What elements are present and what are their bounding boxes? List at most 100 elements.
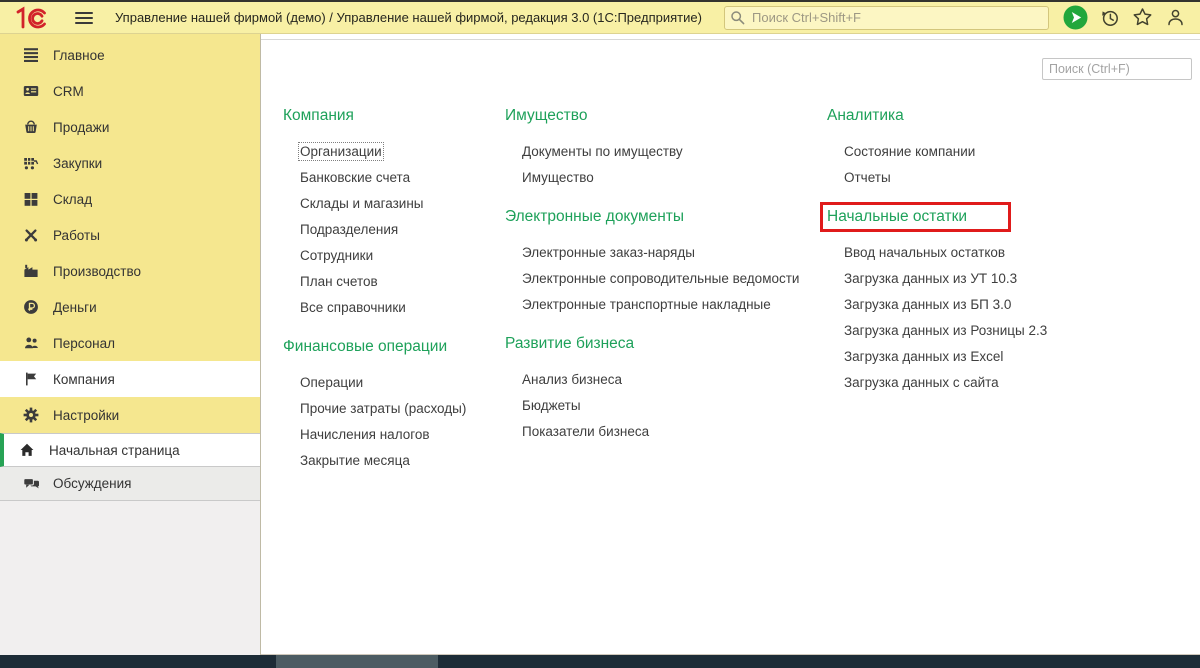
content-link[interactable]: Документы по имуществу	[505, 139, 825, 165]
section-title-analytics[interactable]: Аналитика	[827, 106, 1137, 126]
content-link[interactable]: Склады и магазины	[283, 191, 501, 217]
history-icon[interactable]	[1100, 8, 1120, 28]
content-link[interactable]: Подразделения	[283, 217, 501, 243]
section-title-opening-balances[interactable]: Начальные остатки	[819, 202, 1137, 232]
gear-icon	[22, 407, 40, 424]
sidebar: Главное CRM Продажи Закупки Склад Работы…	[0, 34, 261, 655]
section-opening-balances: Начальные остатки Ввод начальных остатко…	[819, 202, 1137, 396]
sidebar-item-label: Главное	[53, 47, 105, 63]
content-link[interactable]: Загрузка данных из УТ 10.3	[827, 266, 1137, 292]
home-icon	[18, 442, 36, 459]
tools-icon	[22, 227, 40, 244]
section-company: Компания Организации Банковские счета Ск…	[283, 106, 501, 321]
section-analytics: Аналитика Состояние компании Отчеты	[827, 106, 1137, 191]
content-link[interactable]: Электронные транспортные накладные	[505, 292, 825, 318]
content-link[interactable]: Сотрудники	[283, 243, 501, 269]
global-search	[724, 5, 1049, 31]
content-link[interactable]: Электронные сопроводительные ведомости	[505, 266, 825, 292]
sidebar-item-sales[interactable]: Продажи	[0, 109, 260, 145]
warehouse-boxes-icon	[22, 191, 40, 208]
section-title-electronic-documents[interactable]: Электронные документы	[505, 207, 825, 227]
section-title-company[interactable]: Компания	[283, 106, 501, 126]
content-column-1: Компания Организации Банковские счета Ск…	[283, 106, 501, 490]
sidebar-item-warehouse[interactable]: Склад	[0, 181, 260, 217]
content-link[interactable]: Показатели бизнеса	[505, 419, 825, 445]
content-column-2: Имущество Документы по имуществу Имущест…	[505, 106, 825, 461]
content-search	[1042, 58, 1192, 80]
bottom-scrollbar[interactable]	[0, 655, 1200, 668]
sidebar-item-works[interactable]: Работы	[0, 217, 260, 253]
service-menu-button[interactable]	[1063, 5, 1088, 30]
sidebar-item-label: Деньги	[53, 299, 97, 315]
section-financial-operations: Финансовые операции Операции Прочие затр…	[283, 337, 501, 474]
content-link[interactable]: Бюджеты	[505, 393, 825, 419]
content-search-input[interactable]	[1042, 58, 1192, 80]
section-electronic-documents: Электронные документы Электронные заказ-…	[505, 207, 825, 318]
content-link[interactable]: Анализ бизнеса	[505, 367, 825, 393]
section-title-property[interactable]: Имущество	[505, 106, 825, 126]
sidebar-item-label: Персонал	[53, 335, 115, 351]
window-title: Управление нашей фирмой (демо) / Управле…	[115, 10, 702, 25]
content-link[interactable]: Прочие затраты (расходы)	[283, 396, 501, 422]
sidebar-item-label: Производство	[53, 263, 142, 279]
sidebar-item-label: Начальная страница	[49, 442, 180, 458]
main-menu-burger-icon[interactable]	[75, 11, 93, 24]
content-link[interactable]: Загрузка данных с сайта	[827, 370, 1137, 396]
content-link[interactable]: Закрытие месяца	[283, 448, 501, 474]
global-search-input[interactable]	[724, 5, 1049, 30]
chat-bubbles-icon	[22, 475, 40, 492]
main-sections-icon	[22, 47, 40, 64]
content-link[interactable]: План счетов	[283, 269, 501, 295]
sidebar-item-label: Продажи	[53, 119, 110, 135]
1c-logo-icon	[13, 6, 49, 30]
content-link[interactable]: Состояние компании	[827, 139, 1137, 165]
content-link[interactable]: Электронные заказ-наряды	[505, 240, 825, 266]
content-link[interactable]: Начисления налогов	[283, 422, 501, 448]
section-property: Имущество Документы по имуществу Имущест…	[505, 106, 825, 191]
content-link[interactable]: Ввод начальных остатков	[827, 240, 1137, 266]
search-icon	[730, 10, 746, 31]
sidebar-item-label: Работы	[53, 227, 100, 243]
sidebar-item-purchases[interactable]: Закупки	[0, 145, 260, 181]
section-title-business-development[interactable]: Развитие бизнеса	[505, 334, 825, 354]
sidebar-empty-area	[0, 501, 260, 655]
section-panel-company: Компания Организации Банковские счета Ск…	[261, 34, 1200, 655]
sidebar-item-settings[interactable]: Настройки	[0, 397, 260, 433]
sidebar-item-label: Склад	[53, 191, 93, 207]
content-link[interactable]: Загрузка данных из БП 3.0	[827, 292, 1137, 318]
content-link[interactable]: Банковские счета	[283, 165, 501, 191]
sidebar-item-home[interactable]: Начальная страница	[0, 433, 260, 467]
people-icon	[22, 335, 40, 352]
sidebar-item-company[interactable]: Компания	[0, 361, 260, 397]
sidebar-item-discussions[interactable]: Обсуждения	[0, 467, 260, 501]
sidebar-item-main[interactable]: Главное	[0, 37, 260, 73]
user-account-icon[interactable]	[1165, 7, 1186, 28]
scrollbar-thumb[interactable]	[276, 655, 438, 668]
ruble-coin-icon	[22, 299, 40, 316]
cart-icon	[22, 155, 40, 172]
content-link-organizations[interactable]: Организации	[283, 139, 501, 165]
content-link[interactable]: Загрузка данных из Excel	[827, 344, 1137, 370]
content-link[interactable]: Имущество	[505, 165, 825, 191]
content-link[interactable]: Операции	[283, 370, 501, 396]
sidebar-item-crm[interactable]: CRM	[0, 73, 260, 109]
favorites-star-icon[interactable]	[1132, 7, 1153, 28]
red-highlight-annotation: Начальные остатки	[819, 202, 1012, 232]
sidebar-item-label: CRM	[53, 83, 84, 99]
sidebar-item-label: Настройки	[53, 407, 120, 423]
sidebar-item-label: Закупки	[53, 155, 103, 171]
section-title-financial-operations[interactable]: Финансовые операции	[283, 337, 501, 357]
app-window: Управление нашей фирмой (демо) / Управле…	[0, 0, 1200, 668]
sidebar-item-label: Обсуждения	[53, 476, 132, 491]
content-link[interactable]: Все справочники	[283, 295, 501, 321]
content-link[interactable]: Отчеты	[827, 165, 1137, 191]
content-link[interactable]: Загрузка данных из Розницы 2.3	[827, 318, 1137, 344]
section-business-development: Развитие бизнеса Анализ бизнеса Бюджеты …	[505, 334, 825, 445]
sidebar-sections: Главное CRM Продажи Закупки Склад Работы…	[0, 34, 260, 433]
crm-card-icon	[22, 83, 40, 100]
top-bar: Управление нашей фирмой (демо) / Управле…	[0, 0, 1200, 34]
sidebar-item-personnel[interactable]: Персонал	[0, 325, 260, 361]
content-column-3: Аналитика Состояние компании Отчеты Нача…	[819, 106, 1137, 412]
sidebar-item-money[interactable]: Деньги	[0, 289, 260, 325]
sidebar-item-production[interactable]: Производство	[0, 253, 260, 289]
